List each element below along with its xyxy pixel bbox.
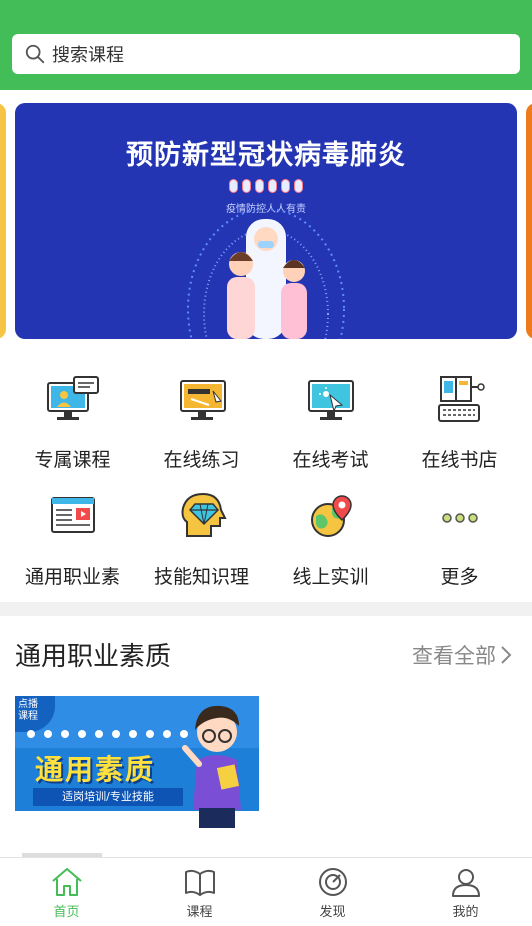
menu-label: 在线考试 bbox=[292, 449, 369, 471]
book-keyboard-icon bbox=[437, 376, 485, 422]
menu-item-skill-knowledge[interactable]: 技能知识理 bbox=[135, 482, 268, 592]
document-video-icon bbox=[50, 497, 95, 533]
menu-label: 更多 bbox=[440, 566, 479, 588]
view-all-link[interactable]: 查看全部 bbox=[412, 640, 512, 670]
menu-label: 在线书店 bbox=[421, 449, 498, 471]
tab-label: 我的 bbox=[452, 905, 479, 920]
menu-label: 专属课程 bbox=[34, 449, 111, 471]
banner-slide[interactable]: 预防新型冠状病毒肺炎 疫情防控人人有责 bbox=[15, 103, 517, 339]
tab-courses[interactable]: 课程 bbox=[133, 858, 266, 926]
menu-item-online-practice[interactable]: 在线练习 bbox=[135, 365, 268, 475]
menu-item-online-exam[interactable]: 在线考试 bbox=[264, 365, 397, 475]
prev-banner-peek[interactable] bbox=[0, 103, 6, 339]
tab-label: 首页 bbox=[53, 905, 80, 920]
tab-label: 发现 bbox=[319, 905, 346, 920]
search-placeholder: 搜索课程 bbox=[52, 45, 124, 66]
book-icon bbox=[184, 869, 215, 896]
compass-icon bbox=[318, 868, 347, 896]
app-home-page: 搜索课程 预防新型冠状病毒肺炎 疫情防控人人有责 专属课程 在线练习 在线考试 … bbox=[0, 0, 532, 926]
cartoon-teacher-image bbox=[182, 705, 241, 828]
globe-pin-icon bbox=[310, 495, 352, 537]
tab-home[interactable]: 首页 bbox=[0, 858, 133, 926]
search-input[interactable]: 搜索课程 bbox=[12, 34, 520, 74]
banner-title: 预防新型冠状病毒肺炎 bbox=[126, 140, 406, 171]
menu-label: 技能知识理 bbox=[153, 566, 249, 588]
section-divider bbox=[0, 602, 532, 616]
banner-illustration bbox=[187, 209, 345, 339]
next-banner-peek[interactable] bbox=[526, 103, 532, 339]
course-card-dots bbox=[27, 730, 188, 738]
menu-label: 线上实训 bbox=[292, 566, 369, 588]
monitor-cursor-icon bbox=[307, 380, 354, 420]
feature-menu: 专属课程 在线练习 在线考试 在线书店 通用职业素 技能知识理 线上实训 更多 bbox=[0, 365, 532, 593]
home-icon bbox=[51, 868, 82, 896]
user-icon bbox=[451, 869, 480, 897]
monitor-ruler-icon bbox=[179, 380, 226, 420]
tab-me[interactable]: 我的 bbox=[399, 858, 532, 926]
course-card[interactable]: 点播 课程 通用素质 适岗培训/专业技能 bbox=[15, 696, 259, 843]
top-bar: 搜索课程 bbox=[0, 0, 532, 90]
tab-discover[interactable]: 发现 bbox=[266, 858, 399, 926]
menu-label: 通用职业素 bbox=[24, 566, 120, 588]
bottom-tab-bar: 首页 课程 发现 我的 bbox=[0, 857, 532, 926]
menu-item-exclusive-courses[interactable]: 专属课程 bbox=[6, 365, 139, 475]
search-icon bbox=[25, 44, 45, 64]
banner-carousel[interactable]: 预防新型冠状病毒肺炎 疫情防控人人有责 bbox=[0, 103, 532, 341]
head-diamond-icon bbox=[181, 492, 227, 537]
course-subtitle: 适岗培训/专业技能 bbox=[33, 788, 183, 806]
menu-label: 在线练习 bbox=[163, 449, 240, 471]
tab-label: 课程 bbox=[186, 905, 213, 920]
menu-item-online-training[interactable]: 线上实训 bbox=[264, 482, 397, 592]
menu-item-more[interactable]: 更多 bbox=[393, 482, 526, 592]
chevron-right-icon bbox=[501, 646, 512, 664]
menu-item-general-quality[interactable]: 通用职业素 bbox=[6, 482, 139, 592]
more-dots-icon bbox=[441, 513, 478, 523]
course-title: 通用素质 bbox=[35, 753, 156, 786]
section-title: 通用职业素质 bbox=[15, 642, 172, 672]
menu-item-online-bookstore[interactable]: 在线书店 bbox=[393, 365, 526, 475]
banner-figures bbox=[229, 179, 303, 193]
monitor-user-icon bbox=[46, 376, 99, 420]
view-all-label: 查看全部 bbox=[412, 644, 496, 668]
